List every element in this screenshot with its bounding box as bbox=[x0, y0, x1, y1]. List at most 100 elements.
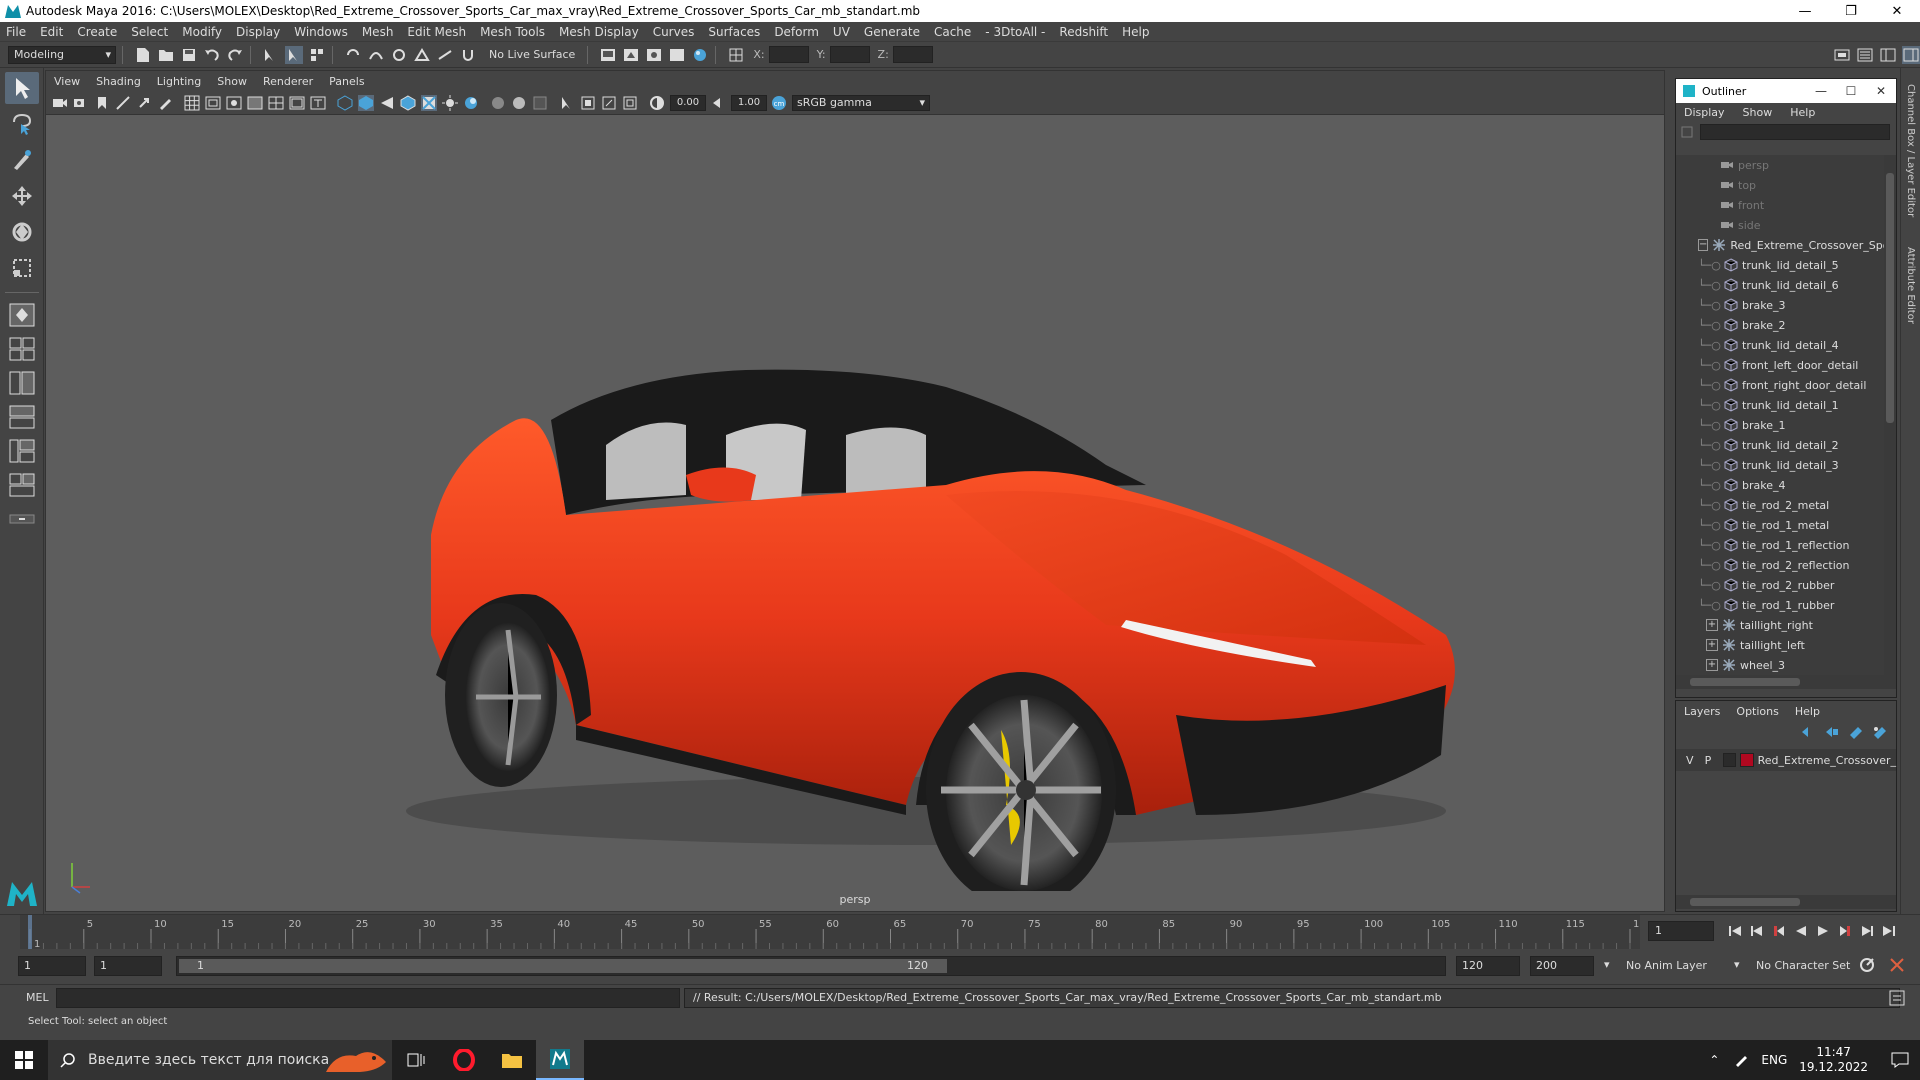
menu-mesh-tools[interactable]: Mesh Tools bbox=[480, 25, 545, 39]
bookmark-icon[interactable] bbox=[94, 95, 110, 111]
move-layer-down-icon[interactable] bbox=[1824, 725, 1840, 739]
textured-icon[interactable] bbox=[421, 94, 437, 111]
menu-uv[interactable]: UV bbox=[833, 25, 850, 39]
vp-menu-view[interactable]: View bbox=[54, 75, 80, 88]
pen-icon[interactable] bbox=[1733, 1052, 1749, 1068]
outliner-mesh-item[interactable]: └─○ tie_rod_2_metal bbox=[1676, 495, 1884, 515]
menu-3dtoall[interactable]: - 3DtoAll - bbox=[985, 25, 1045, 39]
view-transform-dropdown[interactable]: sRGB gamma ▾ bbox=[792, 94, 930, 111]
layer-hscrollbar[interactable] bbox=[1676, 895, 1896, 909]
single-perspective-layout-icon[interactable] bbox=[7, 301, 37, 329]
range-slider[interactable]: 1 120 bbox=[176, 956, 1446, 976]
resolution-gate-icon[interactable] bbox=[226, 95, 242, 111]
move-tool-icon[interactable] bbox=[5, 180, 39, 212]
menu-mesh[interactable]: Mesh bbox=[362, 25, 394, 39]
expand-icon[interactable]: + bbox=[1706, 659, 1718, 671]
hud-icon[interactable] bbox=[622, 95, 638, 111]
outliner-menu-help[interactable]: Help bbox=[1790, 106, 1815, 119]
outliner-mesh-item[interactable]: └─○ brake_4 bbox=[1676, 475, 1884, 495]
outliner-mesh-item[interactable]: └─○ tie_rod_2_rubber bbox=[1676, 575, 1884, 595]
close-icon[interactable]: ✕ bbox=[1874, 0, 1920, 22]
xray-active-icon[interactable] bbox=[511, 95, 527, 111]
scroll-thumb[interactable] bbox=[1886, 173, 1894, 423]
new-layer-selected-icon[interactable] bbox=[1872, 725, 1888, 739]
outliner-mesh-item[interactable]: └─○ trunk_lid_detail_6 bbox=[1676, 275, 1884, 295]
menu-create[interactable]: Create bbox=[77, 25, 117, 39]
layer-visibility-toggle[interactable]: V bbox=[1686, 754, 1705, 767]
snap-view-icon[interactable] bbox=[413, 46, 431, 64]
persp-graph-layout-icon[interactable] bbox=[7, 403, 37, 431]
notifications-icon[interactable] bbox=[1880, 1052, 1920, 1068]
save-scene-icon[interactable] bbox=[180, 46, 198, 64]
outliner-camera-item[interactable]: persp bbox=[1676, 155, 1884, 175]
grease-pencil-icon[interactable] bbox=[157, 95, 173, 111]
outliner-group-item[interactable]: + wheel_3 bbox=[1676, 655, 1884, 675]
outliner-persp-graph-layout-icon[interactable] bbox=[7, 437, 37, 465]
outliner-mesh-item[interactable]: └─○ trunk_lid_detail_1 bbox=[1676, 395, 1884, 415]
file-explorer-icon[interactable] bbox=[488, 1040, 536, 1080]
four-view-layout-icon[interactable] bbox=[7, 335, 37, 363]
go-to-start-icon[interactable] bbox=[1726, 922, 1744, 940]
layer-type-swatch[interactable] bbox=[1723, 753, 1737, 767]
menu-help[interactable]: Help bbox=[1122, 25, 1149, 39]
go-to-end-icon[interactable] bbox=[1880, 922, 1898, 940]
outliner-mesh-item[interactable]: └─○ tie_rod_1_reflection bbox=[1676, 535, 1884, 555]
menu-file[interactable]: File bbox=[6, 25, 26, 39]
safe-action-icon[interactable] bbox=[289, 95, 305, 111]
chevron-up-icon[interactable]: ⌃ bbox=[1709, 1053, 1719, 1067]
minimize-icon[interactable]: — bbox=[1806, 84, 1836, 98]
time-ruler[interactable]: 15 10 15 20 25 30 35 40 45 50 55 60 65 70 75 80 85 90 95 10… bbox=[20, 915, 1640, 949]
perspective-viewport[interactable]: View Shading Lighting Show Renderer Pane… bbox=[45, 70, 1665, 912]
live-surface-field[interactable]: No Live Surface bbox=[483, 46, 581, 64]
layer-menu-help[interactable]: Help bbox=[1795, 705, 1820, 718]
expand-icon[interactable]: + bbox=[1706, 639, 1718, 651]
taskbar-clock[interactable]: 11:47 19.12.2022 bbox=[1799, 1045, 1868, 1075]
color-management-icon[interactable]: cm bbox=[771, 95, 787, 111]
snap-point-icon[interactable] bbox=[390, 46, 408, 64]
snap-grid-icon[interactable] bbox=[344, 46, 362, 64]
undo-icon[interactable] bbox=[203, 46, 221, 64]
play-forwards-icon[interactable] bbox=[1814, 922, 1832, 940]
exposure-icon[interactable] bbox=[649, 95, 665, 111]
snap-surface-icon[interactable] bbox=[436, 46, 454, 64]
tool-settings-icon[interactable] bbox=[1879, 46, 1897, 64]
default-material-icon[interactable] bbox=[379, 95, 395, 111]
frame-all-icon[interactable] bbox=[580, 95, 596, 111]
step-back-frame-icon[interactable] bbox=[1748, 922, 1766, 940]
menu-select[interactable]: Select bbox=[131, 25, 168, 39]
outliner-mesh-item[interactable]: └─○ brake_3 bbox=[1676, 295, 1884, 315]
z-input[interactable] bbox=[892, 46, 933, 63]
task-view-icon[interactable] bbox=[392, 1040, 440, 1080]
outliner-menu-display[interactable]: Display bbox=[1684, 106, 1725, 119]
isolate-select-icon[interactable] bbox=[559, 95, 575, 111]
menu-edit-mesh[interactable]: Edit Mesh bbox=[407, 25, 466, 39]
outliner-mesh-item[interactable]: └─○ trunk_lid_detail_4 bbox=[1676, 335, 1884, 355]
playback-start-field[interactable]: 1 bbox=[94, 956, 162, 976]
channel-box-tab[interactable]: Channel Box / Layer Editor bbox=[1905, 84, 1916, 217]
snap-curve-icon[interactable] bbox=[367, 46, 385, 64]
menu-cache[interactable]: Cache bbox=[934, 25, 971, 39]
outliner-hscrollbar[interactable] bbox=[1676, 675, 1896, 689]
menu-surfaces[interactable]: Surfaces bbox=[708, 25, 760, 39]
filter-icon[interactable] bbox=[1680, 125, 1694, 139]
step-forward-frame-icon[interactable] bbox=[1858, 922, 1876, 940]
xray-icon[interactable] bbox=[490, 95, 506, 111]
menu-edit[interactable]: Edit bbox=[40, 25, 63, 39]
menu-curves[interactable]: Curves bbox=[653, 25, 695, 39]
outliner-group-item[interactable]: + taillight_left bbox=[1676, 635, 1884, 655]
command-input[interactable] bbox=[56, 987, 680, 1008]
menu-display[interactable]: Display bbox=[236, 25, 280, 39]
close-icon[interactable]: ✕ bbox=[1866, 84, 1896, 98]
outliner-mesh-item[interactable]: └─○ front_right_door_detail bbox=[1676, 375, 1884, 395]
modeling-toolkit-icon[interactable] bbox=[1833, 46, 1851, 64]
outliner-camera-item[interactable]: side bbox=[1676, 215, 1884, 235]
outliner-mesh-item[interactable]: └─○ tie_rod_1_rubber bbox=[1676, 595, 1884, 615]
chevron-down-icon[interactable]: ▾ bbox=[1734, 958, 1740, 971]
step-back-key-icon[interactable] bbox=[1770, 922, 1788, 940]
open-scene-icon[interactable] bbox=[157, 46, 175, 64]
end-time-field[interactable]: 200 bbox=[1530, 956, 1594, 976]
playback-end-field[interactable]: 120 bbox=[1456, 956, 1520, 976]
vp-menu-renderer[interactable]: Renderer bbox=[263, 75, 313, 88]
channel-box-icon[interactable] bbox=[1902, 45, 1920, 64]
outliner-mesh-item[interactable]: └─○ tie_rod_2_reflection bbox=[1676, 555, 1884, 575]
